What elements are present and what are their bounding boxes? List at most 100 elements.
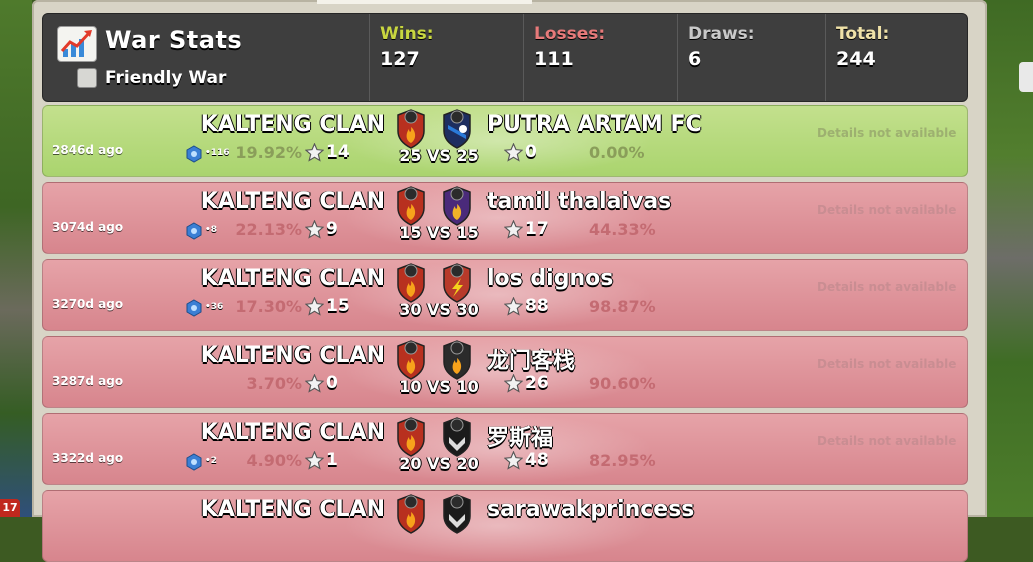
league-value: •2	[205, 456, 218, 466]
opponent-clan-badge[interactable]	[441, 109, 473, 149]
war-time-ago: 3322d ago	[52, 451, 124, 465]
details-not-available: Details not available	[817, 434, 957, 448]
losses-label: Losses:	[534, 24, 606, 44]
our-destruction-percent: 19.92%	[235, 143, 302, 162]
opponent-clan-badge[interactable]	[441, 340, 473, 380]
our-stars: 1	[326, 450, 338, 470]
star-icon	[304, 450, 325, 470]
war-time-ago: 2846d ago	[52, 143, 124, 157]
our-clan-name: KALTENG CLAN	[200, 189, 385, 214]
war-log-row[interactable]: KALTENG CLAN sarawakprincess	[42, 490, 968, 562]
league-icon	[185, 453, 203, 471]
league-value: •8	[205, 225, 218, 235]
our-clan-badge[interactable]	[395, 494, 427, 534]
league-icon	[185, 145, 203, 163]
star-icon	[503, 450, 524, 470]
details-not-available: Details not available	[817, 126, 957, 140]
our-destruction-percent: 3.70%	[246, 374, 302, 393]
background-left	[0, 0, 32, 517]
chart-icon	[57, 26, 97, 62]
friendly-war-checkbox[interactable]	[77, 68, 97, 88]
our-clan-name: KALTENG CLAN	[200, 497, 385, 522]
star-icon	[503, 142, 524, 162]
league-icon	[185, 222, 203, 240]
opponent-clan-badge[interactable]	[441, 417, 473, 457]
war-time-ago: 3270d ago	[52, 297, 124, 311]
our-clan-badge[interactable]	[395, 186, 427, 226]
war-size: 20 VS 20	[399, 454, 479, 473]
opponent-clan-badge[interactable]	[441, 263, 473, 303]
details-not-available: Details not available	[817, 357, 957, 371]
side-handle[interactable]	[1019, 62, 1033, 92]
league-icon	[185, 299, 203, 317]
war-log-row[interactable]: 3270d ago •36 17.30% 15 KALTENG CLAN 30 VS 30…	[42, 259, 968, 331]
opponent-stars: 48	[525, 450, 549, 470]
war-size: 15 VS 15	[399, 223, 479, 242]
our-stars: 9	[326, 219, 338, 239]
opponent-clan-name: sarawakprincess	[487, 497, 695, 522]
opponent-stars: 0	[525, 142, 537, 162]
opponent-destruction-percent: 44.33%	[589, 220, 656, 239]
our-clan-name: KALTENG CLAN	[200, 266, 385, 291]
our-clan-badge[interactable]	[395, 109, 427, 149]
star-icon	[503, 373, 524, 393]
total-stat: Total: 244	[825, 14, 967, 101]
war-size: 30 VS 30	[399, 300, 479, 319]
league-value: •36	[205, 302, 224, 312]
our-clan-name: KALTENG CLAN	[200, 420, 385, 445]
our-clan-name: KALTENG CLAN	[200, 112, 385, 137]
war-log-row[interactable]: 3322d ago •2 4.90% 1 KALTENG CLAN 20 VS 20 罗斯福…	[42, 413, 968, 485]
losses-stat: Losses: 111	[523, 14, 678, 101]
our-stars: 0	[326, 373, 338, 393]
war-size: 10 VS 10	[399, 377, 479, 396]
wins-label: Wins:	[380, 24, 434, 44]
draws-stat: Draws: 6	[677, 14, 826, 101]
total-value: 244	[836, 48, 876, 70]
opponent-clan-badge[interactable]	[441, 186, 473, 226]
war-time-ago: 3287d ago	[52, 374, 124, 388]
war-log-row[interactable]: 3287d ago 3.70% 0 KALTENG CLAN 10 VS 10 龙门客栈 2…	[42, 336, 968, 408]
page-title: War Stats	[105, 26, 243, 54]
our-stars: 14	[326, 142, 350, 162]
losses-value: 111	[534, 48, 574, 70]
details-not-available: Details not available	[817, 280, 957, 294]
star-icon	[304, 373, 325, 393]
war-time-ago: 3074d ago	[52, 220, 124, 234]
star-icon	[304, 142, 325, 162]
draws-label: Draws:	[688, 24, 755, 44]
star-icon	[304, 219, 325, 239]
star-icon	[503, 219, 524, 239]
opponent-clan-name: los dignos	[487, 266, 614, 291]
opponent-clan-name: tamil thalaivas	[487, 189, 672, 214]
our-clan-badge[interactable]	[395, 340, 427, 380]
opponent-clan-name: 龙门客栈	[487, 349, 576, 374]
our-clan-badge[interactable]	[395, 417, 427, 457]
opponent-clan-name: 罗斯福	[487, 426, 554, 451]
league-value: •116	[205, 148, 230, 158]
draws-value: 6	[688, 48, 702, 70]
friendly-war-label: Friendly War	[105, 68, 227, 88]
our-destruction-percent: 4.90%	[246, 451, 302, 470]
war-log-row[interactable]: 2846d ago •116 19.92% 14 KALTENG CLAN 25 VS 2…	[42, 105, 968, 177]
edge-notification-badge[interactable]: 17	[0, 499, 20, 517]
our-destruction-percent: 17.30%	[235, 297, 302, 316]
wins-value: 127	[380, 48, 420, 70]
opponent-destruction-percent: 82.95%	[589, 451, 656, 470]
opponent-stars: 88	[525, 296, 549, 316]
opponent-clan-name: PUTRA ARTAM FC	[487, 112, 702, 137]
our-destruction-percent: 22.13%	[235, 220, 302, 239]
wins-stat: Wins: 127	[369, 14, 524, 101]
war-size: 25 VS 25	[399, 146, 479, 165]
opponent-stars: 17	[525, 219, 549, 239]
star-icon	[503, 296, 524, 316]
opponent-destruction-percent: 90.60%	[589, 374, 656, 393]
our-clan-name: KALTENG CLAN	[200, 343, 385, 368]
war-log-panel: War Stats Friendly War Wins: 127 Losses:…	[32, 0, 987, 562]
opponent-destruction-percent: 98.87%	[589, 297, 656, 316]
our-clan-badge[interactable]	[395, 263, 427, 303]
war-stats-header: War Stats Friendly War Wins: 127 Losses:…	[42, 13, 968, 102]
opponent-destruction-percent: 0.00%	[589, 143, 645, 162]
war-log-row[interactable]: 3074d ago •8 22.13% 9 KALTENG CLAN 15 VS 15 ta…	[42, 182, 968, 254]
opponent-clan-badge[interactable]	[441, 494, 473, 534]
star-icon	[304, 296, 325, 316]
